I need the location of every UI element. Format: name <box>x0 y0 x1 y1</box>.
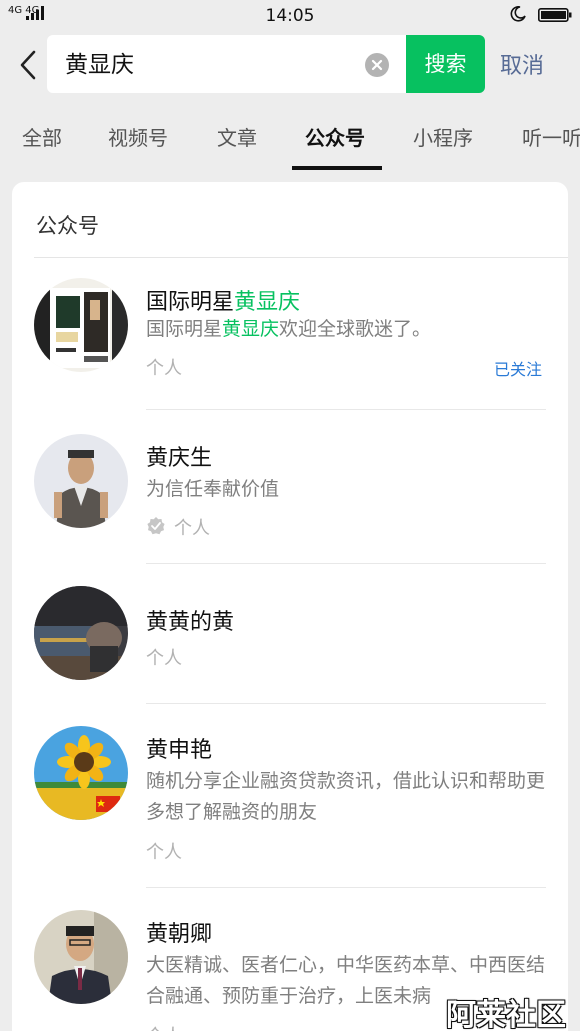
sunflower-avatar <box>34 726 128 820</box>
item-divider <box>146 409 546 410</box>
search-field[interactable] <box>47 35 407 93</box>
account-item[interactable]: 国际明星黄显庆 国际明星黄显庆欢迎全球歌迷了。 个人 已关注 <box>12 274 568 412</box>
person-avatar <box>34 434 128 528</box>
account-type: 个人 <box>146 1022 182 1031</box>
status-bar: 4G 4G 14:05 <box>0 0 580 32</box>
account-description: 国际明星黄显庆欢迎全球歌迷了。 <box>146 318 432 340</box>
room-avatar <box>34 586 128 680</box>
category-tabs: 全部 视频号 文章 公众号 小程序 听一听 <box>0 98 580 170</box>
back-arrow-icon[interactable] <box>14 48 44 82</box>
account-name: 黄黄的黄 <box>146 610 235 635</box>
account-type: 个人 <box>146 842 182 863</box>
verified-icon <box>147 517 165 535</box>
divider <box>34 257 568 258</box>
account-description: 为信任奉献价值 <box>146 478 280 500</box>
account-name: 黄朝卿 <box>146 922 213 947</box>
account-type: 个人 <box>174 518 210 539</box>
account-type: 个人 <box>146 358 182 379</box>
do-not-disturb-icon <box>510 6 526 22</box>
tab-channels[interactable]: 视频号 <box>108 122 168 151</box>
doctor-avatar <box>34 910 128 1004</box>
clear-icon[interactable] <box>365 53 389 77</box>
battery-icon <box>538 8 572 22</box>
account-type: 个人 <box>146 648 182 669</box>
search-input[interactable] <box>65 49 355 75</box>
poster-avatar <box>34 278 128 372</box>
account-name: 黄庆生 <box>146 446 213 471</box>
account-description: 随机分享企业融资贷款资讯，借此认识和帮助更多想了解融资的朋友 <box>146 770 546 823</box>
watermark: 阿莱社区 <box>446 998 566 1031</box>
tab-articles[interactable]: 文章 <box>217 122 257 151</box>
account-item[interactable]: 黄庆生 为信任奉献价值 个人 <box>12 412 568 564</box>
followed-badge: 已关注 <box>494 360 543 379</box>
tab-official-accounts[interactable]: 公众号 <box>305 122 365 151</box>
tab-mini-programs[interactable]: 小程序 <box>413 122 473 151</box>
section-title: 公众号 <box>36 214 99 238</box>
status-time: 14:05 <box>265 6 315 26</box>
tab-listen[interactable]: 听一听 <box>522 122 580 151</box>
cancel-button[interactable]: 取消 <box>500 48 544 80</box>
account-name: 国际明星黄显庆 <box>146 290 301 315</box>
search-button[interactable]: 搜索 <box>406 35 485 93</box>
account-item[interactable]: 黄申艳 随机分享企业融资贷款资讯，借此认识和帮助更多想了解融资的朋友 个人 <box>12 704 568 888</box>
account-name: 黄申艳 <box>146 738 213 763</box>
search-bar: 搜索 取消 <box>0 32 580 98</box>
results-card: 公众号 国际明星黄显庆 国际明星黄显庆欢迎全球歌迷了。 个人 已关注 黄庆生 为… <box>12 182 568 1031</box>
tab-all[interactable]: 全部 <box>22 122 62 151</box>
active-tab-indicator <box>292 166 382 170</box>
account-item[interactable]: 黄黄的黄 个人 <box>12 564 568 704</box>
